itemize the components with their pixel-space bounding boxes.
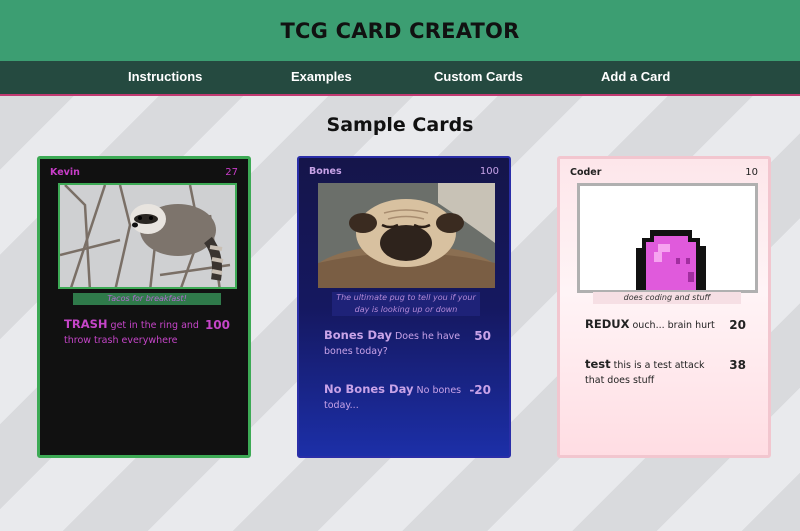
attack-name: test [585, 357, 611, 371]
attack-2: No Bones Day No bones today... [324, 382, 464, 413]
card-bones[interactable]: Bones 100 The ultimate pug to tell you i… [297, 156, 511, 458]
nav-bar: Instructions Examples Custom Cards Add a… [0, 61, 800, 96]
attack-text: ouch... brain hurt [632, 320, 715, 331]
attack-2: test this is a test attack that does stu… [585, 357, 725, 388]
pixel-blob-image [577, 183, 758, 293]
card-name: Kevin [50, 167, 80, 178]
card-name: Bones [309, 166, 342, 177]
attack-1: REDUX ouch... brain hurt [585, 317, 725, 333]
card-description: does coding and stuff [593, 292, 741, 304]
raccoon-image [58, 183, 237, 289]
app-title: TCG CARD CREATOR [280, 18, 520, 43]
attack-name: TRASH [64, 317, 108, 331]
attack-damage: 20 [729, 318, 746, 332]
card-description: Tacos for breakfast! [73, 293, 221, 305]
card-name: Coder [570, 167, 602, 178]
card-hp: 27 [225, 167, 238, 178]
card-kevin[interactable]: Kevin 27 Tacos for breakfast! TRASH get … [37, 156, 251, 458]
card-hp: 10 [745, 167, 758, 178]
attack-damage: -20 [469, 383, 491, 397]
nav-instructions[interactable]: Instructions [128, 69, 202, 84]
pug-image [318, 183, 495, 288]
section-title: Sample Cards [326, 114, 474, 136]
card-hp: 100 [479, 166, 499, 177]
attack-1: TRASH get in the ring and throw trash ev… [64, 317, 204, 348]
header: TCG CARD CREATOR [0, 0, 800, 61]
card-coder[interactable]: Coder 10 does coding and stuff REDUX ouc… [557, 156, 771, 458]
nav-custom-cards[interactable]: Custom Cards [434, 69, 523, 84]
attack-name: REDUX [585, 317, 630, 331]
attack-damage: 38 [729, 358, 746, 372]
attack-1: Bones Day Does he have bones today? [324, 328, 464, 359]
attack-name: Bones Day [324, 328, 392, 342]
attack-name: No Bones Day [324, 382, 414, 396]
nav-add-card[interactable]: Add a Card [601, 69, 670, 84]
attack-damage: 100 [204, 318, 230, 332]
nav-examples[interactable]: Examples [291, 69, 352, 84]
attack-damage: 50 [474, 329, 491, 343]
card-description: The ultimate pug to tell you if your day… [332, 292, 480, 316]
